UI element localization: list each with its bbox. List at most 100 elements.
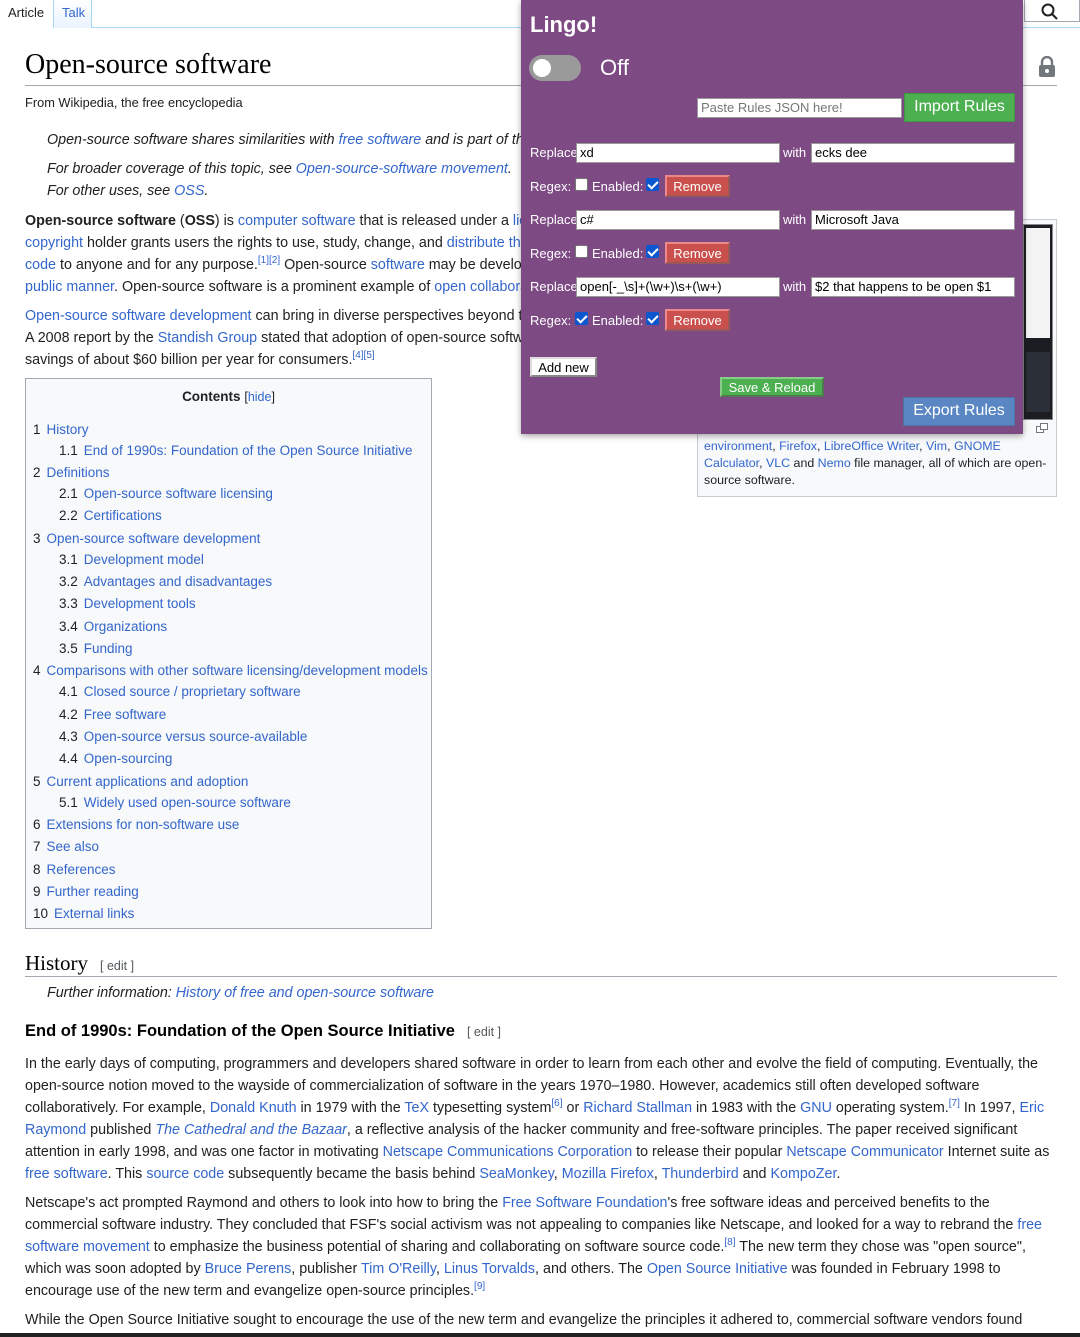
citation-link[interactable]: [6] <box>551 1098 562 1109</box>
toc-link[interactable]: Comparisons with other software licensin… <box>47 663 428 678</box>
toc-link[interactable]: Advantages and disadvantages <box>84 574 272 589</box>
toc-item[interactable]: 5.1 Widely used open-source software <box>59 795 291 810</box>
enabled-checkbox[interactable] <box>646 178 659 191</box>
standish-group-link[interactable]: Standish Group <box>158 330 257 346</box>
replacement-input[interactable]: $2 that happens to be open $1 <box>811 277 1015 297</box>
osi-link[interactable]: Open Source Initiative <box>647 1261 788 1277</box>
toc-link[interactable]: Development model <box>84 552 204 567</box>
toc-item[interactable]: 4.1 Closed source / proprietary software <box>59 684 301 699</box>
caption-link[interactable]: Nemo <box>818 456 851 470</box>
regex-checkbox[interactable] <box>575 178 588 191</box>
replacement-input[interactable]: ecks dee <box>811 143 1015 163</box>
remove-rule-button[interactable]: Remove <box>665 175 730 197</box>
toc-link[interactable]: Further reading <box>47 884 139 899</box>
history-of-foss-link[interactable]: History of free and open-source software <box>176 985 434 1001</box>
regex-checkbox[interactable] <box>575 312 588 325</box>
netscape-corp-link[interactable]: Netscape Communications Corporation <box>383 1144 633 1160</box>
toc-item[interactable]: 3.5 Funding <box>59 641 133 656</box>
export-rules-button[interactable]: Export Rules <box>903 397 1015 426</box>
caption-link[interactable]: VLC <box>766 456 790 470</box>
bruce-perens-link[interactable]: Bruce Perens <box>205 1261 292 1277</box>
regex-checkbox[interactable] <box>575 245 588 258</box>
search-icon[interactable] <box>1040 2 1060 22</box>
toc-link[interactable]: Funding <box>84 641 133 656</box>
netscape-communicator-link[interactable]: Netscape Communicator <box>786 1144 943 1160</box>
toc-link[interactable]: Free software <box>84 707 167 722</box>
toc-item[interactable]: 3 Open-source software development <box>33 531 260 546</box>
toc-item[interactable]: 2.1 Open-source software licensing <box>59 486 273 501</box>
caption-link[interactable]: LibreOffice Writer <box>824 439 919 453</box>
free-software-link[interactable]: free software <box>25 1166 108 1182</box>
toc-item[interactable]: 6 Extensions for non-software use <box>33 817 239 832</box>
replacement-input[interactable]: Microsoft Java <box>811 210 1015 230</box>
citation-link[interactable]: [1][2] <box>258 255 280 266</box>
toc-item[interactable]: 4.2 Free software <box>59 707 166 722</box>
toc-link[interactable]: Closed source / proprietary software <box>84 684 301 699</box>
toc-link[interactable]: History <box>47 422 89 437</box>
enlarge-icon[interactable] <box>1036 423 1048 433</box>
toc-item[interactable]: 4.3 Open-source versus source-available <box>59 729 307 744</box>
oss-development-link[interactable]: Open-source software development <box>25 308 252 324</box>
toc-link[interactable]: External links <box>54 906 134 921</box>
toc-link[interactable]: Definitions <box>47 465 110 480</box>
distribute-link[interactable]: distribute the <box>447 235 529 251</box>
toc-item[interactable]: 1.1 End of 1990s: Foundation of the Open … <box>59 443 413 458</box>
richard-stallman-link[interactable]: Richard Stallman <box>583 1100 692 1116</box>
oss-link[interactable]: OSS <box>174 183 204 199</box>
computer-software-link[interactable]: computer software <box>238 213 356 229</box>
toc-link[interactable]: Open-source versus source-available <box>84 729 308 744</box>
toc-item[interactable]: 5 Current applications and adoption <box>33 774 248 789</box>
toc-item[interactable]: 1 History <box>33 422 89 437</box>
cathedral-bazaar-link[interactable]: The Cathedral and the Bazaar <box>155 1122 347 1138</box>
edit-section-link[interactable]: [ edit ] <box>467 1025 501 1039</box>
toc-item[interactable]: 7 See also <box>33 839 99 854</box>
toc-item[interactable]: 4 Comparisons with other software licensi… <box>33 663 428 678</box>
citation-link[interactable]: [9] <box>474 1281 485 1292</box>
movement-link[interactable]: Open-source-software movement <box>296 161 508 177</box>
toc-link[interactable]: Open-source software licensing <box>84 486 273 501</box>
firefox-link[interactable]: Mozilla Firefox <box>562 1166 654 1182</box>
seamonkey-link[interactable]: SeaMonkey <box>479 1166 553 1182</box>
thunderbird-link[interactable]: Thunderbird <box>662 1166 739 1182</box>
caption-link[interactable]: Firefox <box>779 439 817 453</box>
fsf-link[interactable]: Free Software Foundation <box>502 1195 667 1211</box>
toc-link[interactable]: End of 1990s: Foundation of the Open Sou… <box>84 443 413 458</box>
toc-link[interactable]: Extensions for non-software use <box>47 817 240 832</box>
toc-link[interactable]: Development tools <box>84 596 196 611</box>
toc-item[interactable]: 8 References <box>33 862 116 877</box>
public-manner-link[interactable]: public manner <box>25 279 114 295</box>
citation-link[interactable]: [7] <box>949 1098 960 1109</box>
toc-hide-link[interactable]: hide <box>248 390 272 404</box>
tex-link[interactable]: TeX <box>404 1100 429 1116</box>
caption-link[interactable]: Calculator <box>704 456 759 470</box>
find-input[interactable]: open[-_\s]+(\w+)\s+(\w+) <box>576 277 780 297</box>
add-rule-button[interactable]: Add new <box>530 357 597 377</box>
toc-link[interactable]: See also <box>47 839 100 854</box>
toc-item[interactable]: 9 Further reading <box>33 884 139 899</box>
rules-json-input[interactable]: Paste Rules JSON here! <box>697 98 902 118</box>
toc-item[interactable]: 3.1 Development model <box>59 552 204 567</box>
toc-item[interactable]: 4.4 Open-sourcing <box>59 751 172 766</box>
import-rules-button[interactable]: Import Rules <box>904 93 1015 122</box>
toc-link[interactable]: Open-source software development <box>47 531 261 546</box>
gnu-link[interactable]: GNU <box>800 1100 832 1116</box>
tab-talk[interactable]: Talk <box>54 0 92 28</box>
toc-link[interactable]: Open-sourcing <box>84 751 173 766</box>
toc-item[interactable]: 10 External links <box>33 906 134 921</box>
linus-torvalds-link[interactable]: Linus Torvalds <box>444 1261 535 1277</box>
toc-item[interactable]: 3.2 Advantages and disadvantages <box>59 574 272 589</box>
save-reload-button[interactable]: Save & Reload <box>720 377 824 397</box>
toc-link[interactable]: Organizations <box>84 619 167 634</box>
toc-link[interactable]: Widely used open-source software <box>84 795 291 810</box>
source-code-link[interactable]: source code <box>146 1166 224 1182</box>
copyright-link[interactable]: copyright <box>25 235 83 251</box>
caption-link[interactable]: Vim <box>926 439 947 453</box>
toc-item[interactable]: 2 Definitions <box>33 465 110 480</box>
tim-oreilly-link[interactable]: Tim O'Reilly <box>361 1261 436 1277</box>
lock-icon[interactable] <box>1037 56 1057 78</box>
toc-link[interactable]: References <box>47 862 116 877</box>
toc-item[interactable]: 3.3 Development tools <box>59 596 196 611</box>
caption-link[interactable]: GNOME <box>954 439 1001 453</box>
donald-knuth-link[interactable]: Donald Knuth <box>210 1100 297 1116</box>
free-software-link[interactable]: free software <box>339 132 422 148</box>
